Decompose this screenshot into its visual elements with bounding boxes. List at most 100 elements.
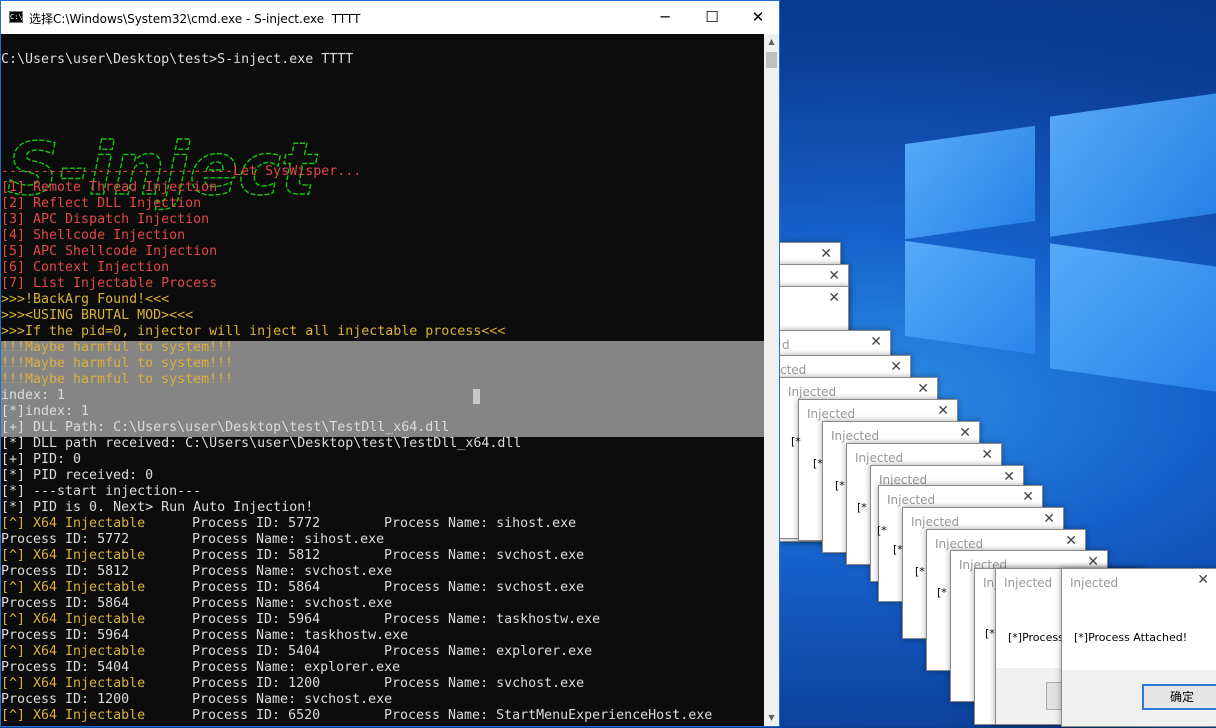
warning-line: !!!Maybe harmful to system!!! xyxy=(1,372,234,387)
warning-line: >>><USING BRUTAL MOD><<< xyxy=(1,308,194,323)
console-output[interactable]: C:\Users\user\Desktop\test>S-inject.exe … xyxy=(1,52,764,728)
close-icon[interactable]: ✕ xyxy=(828,290,840,306)
close-icon[interactable]: ✕ xyxy=(1003,469,1015,485)
title-bar[interactable]: C:\ 选择C:\Windows\System32\cmd.exe - S-in… xyxy=(1,1,779,34)
wallpaper-pane xyxy=(1050,243,1216,392)
process-name: Process Name: taskhostw.exe xyxy=(384,612,601,627)
injected-dialog-front[interactable]: Injected ✕ [*]Process Attached! 确定 xyxy=(1061,568,1216,727)
log-line: [*] PID received: 0 xyxy=(1,468,154,483)
injectable-tag: [^] X64 Injectable xyxy=(1,708,146,723)
scroll-down-icon[interactable]: ▼ xyxy=(764,710,779,726)
process-name: Process Name: svchost.exe xyxy=(192,564,393,579)
process-name: Process Name: StartMenuExperienceHost.ex… xyxy=(384,708,713,723)
injectable-row: [^] X64 Injectable Process ID: 5864 Proces… xyxy=(1,580,584,596)
process-detail-row: Process ID: 5772 Process Name: sihost.exe xyxy=(1,532,521,548)
injectable-tag: [^] X64 Injectable xyxy=(1,644,146,659)
log-line: [*]index: 1 xyxy=(1,404,90,419)
maximize-button[interactable]: ☐ xyxy=(689,1,735,34)
scroll-thumb[interactable] xyxy=(766,52,777,68)
command-line: C:\Users\user\Desktop\test>S-inject.exe … xyxy=(1,52,354,67)
warning-line: !!!Maybe harmful to system!!! xyxy=(1,356,234,371)
close-icon[interactable]: ✕ xyxy=(820,246,832,262)
cmd-window[interactable]: C:\ 选择C:\Windows\System32\cmd.exe - S-in… xyxy=(0,0,780,727)
log-line: [*] DLL path received: C:\Users\user\Des… xyxy=(1,436,522,451)
injectable-row: [^] X64 Injectable Process ID: 5812 Proces… xyxy=(1,548,584,564)
warning-line: >>>If the pid=0, injector will inject al… xyxy=(1,324,506,339)
close-icon[interactable]: ✕ xyxy=(1022,489,1034,505)
process-name: Process Name: explorer.exe xyxy=(384,644,593,659)
process-id: Process ID: 1200 xyxy=(192,676,321,691)
close-icon[interactable]: ✕ xyxy=(1043,511,1055,527)
log-line: [+] DLL Path: C:\Users\user\Desktop\test… xyxy=(1,420,450,435)
injectable-row: [^] X64 Injectable Process ID: 1200 Proces… xyxy=(1,676,584,692)
process-name: Process Name: svchost.exe xyxy=(384,580,585,595)
window-title: 选择C:\Windows\System32\cmd.exe - S-inject… xyxy=(29,12,361,26)
log-line: index: 1 xyxy=(1,388,66,403)
process-id: Process ID: 1200 xyxy=(1,692,130,707)
process-detail-row: Process ID: 5404 Process Name: explorer.e… xyxy=(1,660,521,676)
menu-item: [1] Remote Thread Injection xyxy=(1,180,218,195)
process-id: Process ID: 5964 xyxy=(1,628,130,643)
process-id: Process ID: 5404 xyxy=(1,660,130,675)
process-name: Process Name: svchost.exe xyxy=(384,676,585,691)
process-id: Process ID: 6520 xyxy=(192,708,321,723)
log-line: [*] PID is 0. Next> Run Auto Injection! xyxy=(1,500,314,515)
close-icon[interactable]: ✕ xyxy=(959,425,971,441)
dialog-title: Injected xyxy=(1070,576,1119,590)
wallpaper-pane xyxy=(1050,93,1216,237)
injectable-tag: [^] X64 Injectable xyxy=(1,676,146,691)
process-id: Process ID: 5864 xyxy=(1,596,130,611)
warning-line: !!!Maybe harmful to system!!! xyxy=(1,340,234,355)
menu-item: [4] Shellcode Injection xyxy=(1,228,186,243)
process-name: Process Name: explorer.exe xyxy=(192,660,401,675)
scroll-up-icon[interactable]: ▲ xyxy=(764,34,779,50)
process-id: Process ID: 5812 xyxy=(192,548,321,563)
minimize-button[interactable]: ─ xyxy=(642,1,688,34)
process-detail-row: Process ID: 5864 Process Name: svchost.ex… xyxy=(1,596,521,612)
log-line: [+] PID: 0 xyxy=(1,452,82,467)
process-id: Process ID: 5772 xyxy=(192,516,321,531)
close-icon[interactable]: ✕ xyxy=(890,359,902,375)
process-id: Process ID: 5864 xyxy=(192,580,321,595)
log-line: [*] ---start injection--- xyxy=(1,484,202,499)
close-icon[interactable]: ✕ xyxy=(917,381,929,397)
close-button[interactable]: ✕ xyxy=(735,1,781,34)
close-icon[interactable]: ✕ xyxy=(870,334,882,350)
process-id: Process ID: 5404 xyxy=(192,644,321,659)
process-name: Process Name: svchost.exe xyxy=(192,596,393,611)
wallpaper-pane xyxy=(905,240,1035,355)
process-name: Process Name: sihost.exe xyxy=(192,532,385,547)
dialog-message: [*]Process Attached! xyxy=(1074,631,1188,644)
cmd-icon: C:\ xyxy=(9,11,23,23)
process-detail-row: Process ID: 5964 Process Name: taskhostw.… xyxy=(1,628,521,644)
menu-item: [3] APC Dispatch Injection xyxy=(1,212,210,227)
close-icon[interactable]: ✕ xyxy=(1197,572,1209,588)
process-name: Process Name: svchost.exe xyxy=(384,548,585,563)
injectable-list: [^] X64 Injectable Process ID: 5772 Proces… xyxy=(1,516,712,724)
process-id: Process ID: 5812 xyxy=(1,564,130,579)
process-detail-row: Process ID: 1200 Process Name: svchost.ex… xyxy=(1,692,521,708)
menu-item: [2] Reflect DLL Injection xyxy=(1,196,202,211)
vertical-scrollbar[interactable]: ▲ ▼ xyxy=(764,34,779,726)
process-name: Process Name: taskhostw.exe xyxy=(192,628,409,643)
banner-line: -----------------------------Let SysWisp… xyxy=(1,164,362,179)
process-id: Process ID: 5964 xyxy=(192,612,321,627)
injectable-row: [^] X64 Injectable Process ID: 6520 Proces… xyxy=(1,708,712,724)
close-icon[interactable]: ✕ xyxy=(937,403,949,419)
close-icon[interactable]: ✕ xyxy=(828,268,840,284)
injectable-tag: [^] X64 Injectable xyxy=(1,548,146,563)
process-detail-row: Process ID: 5812 Process Name: svchost.ex… xyxy=(1,564,521,580)
close-icon[interactable]: ✕ xyxy=(981,447,993,463)
injectable-row: [^] X64 Injectable Process ID: 5772 Proces… xyxy=(1,516,576,532)
ok-button[interactable]: 确定 xyxy=(1142,684,1216,710)
menu-item: [7] List Injectable Process xyxy=(1,276,218,291)
injectable-row: [^] X64 Injectable Process ID: 5404 Proces… xyxy=(1,644,592,660)
injectable-tag: [^] X64 Injectable xyxy=(1,516,146,531)
wallpaper-pane xyxy=(905,125,1035,240)
process-name: Process Name: sihost.exe xyxy=(384,516,577,531)
injectable-tag: [^] X64 Injectable xyxy=(1,612,146,627)
process-name: Process Name: svchost.exe xyxy=(192,692,393,707)
close-icon[interactable]: ✕ xyxy=(1065,533,1077,549)
menu-item: [6] Context Injection xyxy=(1,260,170,275)
process-id: Process ID: 5772 xyxy=(1,532,130,547)
